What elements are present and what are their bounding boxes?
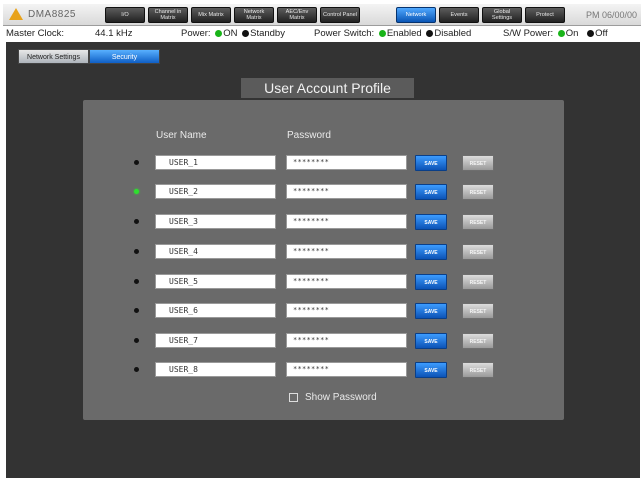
user-name-field-8[interactable]: USER_8	[155, 362, 276, 377]
reset-button-7[interactable]: RESET	[462, 333, 494, 349]
user-row-7: USER_7 ******** SAVE RESET	[83, 333, 564, 349]
user-name-field-6[interactable]: USER_6	[155, 303, 276, 318]
clock-time: PM 06/00/00	[585, 10, 637, 20]
password-field-6[interactable]: ********	[286, 303, 407, 318]
user-status-indicator-icon	[134, 249, 139, 254]
user-row-6: USER_6 ******** SAVE RESET	[83, 303, 564, 319]
user-name-field-4[interactable]: USER_4	[155, 244, 276, 259]
sw-power-status: S/W Power: On Off	[503, 28, 608, 39]
nav-tab-aec-matrix[interactable]: AEC/Env Matrix	[277, 7, 317, 23]
user-name-field-2[interactable]: USER_2	[155, 184, 276, 199]
user-row-8: USER_8 ******** SAVE RESET	[83, 362, 564, 378]
user-status-indicator-icon	[134, 308, 139, 313]
sub-tabs: Network Settings Security	[18, 49, 160, 64]
sw-power-label: S/W Power:	[503, 28, 554, 39]
reset-button-2[interactable]: RESET	[462, 184, 494, 200]
save-button-1[interactable]: SAVE	[415, 155, 447, 171]
reset-button-5[interactable]: RESET	[462, 274, 494, 290]
brand-name: DMA8825	[28, 9, 76, 20]
sw-power-off-label: Off	[595, 28, 608, 39]
power-on-label: ON	[223, 28, 238, 39]
nav-tab-network-matrix[interactable]: Network Matrix	[234, 7, 274, 23]
user-name-field-1[interactable]: USER_1	[155, 155, 276, 170]
status-bar: Master Clock: 44.1 kHz Power: ON Standby…	[3, 26, 641, 41]
reset-button-3[interactable]: RESET	[462, 214, 494, 230]
user-row-3: USER_3 ******** SAVE RESET	[83, 214, 564, 230]
save-button-4[interactable]: SAVE	[415, 244, 447, 260]
nav-tab-global-settings[interactable]: Global Settings	[482, 7, 522, 23]
nav-tab-events[interactable]: Events	[439, 7, 479, 23]
user-row-1: USER_1 ******** SAVE RESET	[83, 155, 564, 171]
nav-tab-mix-matrix[interactable]: Mix Matrix	[191, 7, 231, 23]
reset-button-1[interactable]: RESET	[462, 155, 494, 171]
user-status-indicator-icon	[134, 160, 139, 165]
subtab-security[interactable]: Security	[89, 49, 160, 64]
user-name-field-3[interactable]: USER_3	[155, 214, 276, 229]
user-name-field-7[interactable]: USER_7	[155, 333, 276, 348]
column-header-user-name: User Name	[156, 130, 207, 141]
user-row-5: USER_5 ******** SAVE RESET	[83, 274, 564, 290]
save-button-5[interactable]: SAVE	[415, 274, 447, 290]
user-row-4: USER_4 ******** SAVE RESET	[83, 244, 564, 260]
save-button-6[interactable]: SAVE	[415, 303, 447, 319]
save-button-7[interactable]: SAVE	[415, 333, 447, 349]
reset-button-4[interactable]: RESET	[462, 244, 494, 260]
user-account-panel: User Name Password USER_1 ******** SAVE …	[83, 100, 564, 420]
power-standby-label: Standby	[250, 28, 285, 39]
show-password-label: Show Password	[305, 392, 377, 403]
user-status-indicator-icon	[134, 338, 139, 343]
power-status: Power: ON Standby	[181, 28, 285, 39]
save-button-3[interactable]: SAVE	[415, 214, 447, 230]
sw-power-on-label: On	[565, 28, 579, 39]
user-status-indicator-icon	[134, 367, 139, 372]
user-row-2: USER_2 ******** SAVE RESET	[83, 184, 564, 200]
show-password-toggle[interactable]: Show Password	[289, 392, 377, 403]
password-field-3[interactable]: ********	[286, 214, 407, 229]
nav-tab-channel-in-matrix[interactable]: Channel in Matrix	[148, 7, 188, 23]
user-status-indicator-icon	[134, 279, 139, 284]
nav-tab-network[interactable]: Network	[396, 7, 436, 23]
password-field-4[interactable]: ********	[286, 244, 407, 259]
power-switch-enabled-indicator-icon	[378, 30, 386, 37]
password-field-5[interactable]: ********	[286, 274, 407, 289]
power-label: Power:	[181, 28, 211, 39]
user-status-indicator-icon	[134, 219, 139, 224]
password-field-1[interactable]: ********	[286, 155, 407, 170]
show-password-checkbox[interactable]	[289, 393, 298, 402]
password-field-7[interactable]: ********	[286, 333, 407, 348]
sw-power-off-indicator-icon	[587, 30, 595, 37]
brand-logo: DMA8825	[9, 7, 75, 23]
column-header-password: Password	[287, 130, 331, 141]
panel-title: User Account Profile	[241, 78, 414, 98]
nav-tab-io[interactable]: I/O	[105, 7, 145, 23]
subtab-network-settings[interactable]: Network Settings	[18, 49, 89, 64]
sw-power-on-indicator-icon	[557, 30, 565, 37]
power-switch-status: Power Switch: Enabled Disabled	[314, 28, 471, 39]
password-field-8[interactable]: ********	[286, 362, 407, 377]
power-on-indicator-icon	[215, 30, 223, 37]
power-switch-disabled-label: Disabled	[434, 28, 472, 39]
master-clock-value: 44.1 kHz	[95, 28, 133, 39]
power-switch-disabled-indicator-icon	[426, 30, 434, 37]
power-switch-label: Power Switch:	[314, 28, 375, 39]
password-field-2[interactable]: ********	[286, 184, 407, 199]
save-button-8[interactable]: SAVE	[415, 362, 447, 378]
logo-triangle-icon	[9, 8, 23, 20]
reset-button-8[interactable]: RESET	[462, 362, 494, 378]
reset-button-6[interactable]: RESET	[462, 303, 494, 319]
master-clock-label: Master Clock:	[6, 28, 65, 39]
user-status-indicator-icon	[134, 189, 139, 194]
save-button-2[interactable]: SAVE	[415, 184, 447, 200]
nav-tab-control-panel[interactable]: Control Panel	[320, 7, 360, 23]
power-switch-enabled-label: Enabled	[386, 28, 422, 39]
main-content: Network Settings Security User Account P…	[6, 42, 640, 478]
nav-tab-protect[interactable]: Protect	[525, 7, 565, 23]
top-bar: DMA8825 I/O Channel in Matrix Mix Matrix…	[3, 4, 641, 26]
power-standby-indicator-icon	[242, 30, 250, 37]
user-name-field-5[interactable]: USER_5	[155, 274, 276, 289]
